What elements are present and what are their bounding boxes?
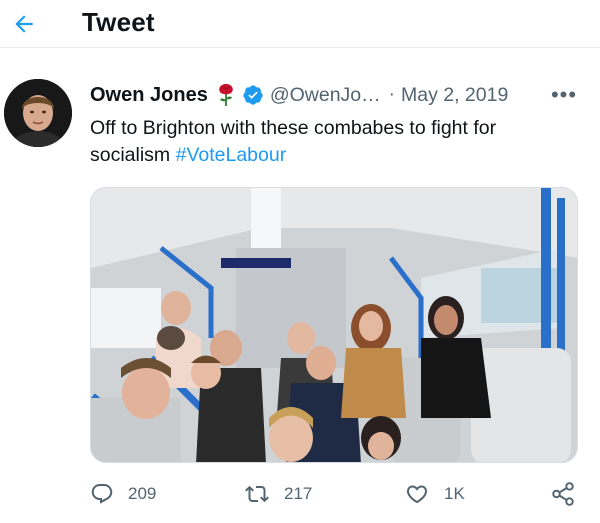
reply-count: 209 xyxy=(128,484,157,503)
verified-badge-icon xyxy=(242,84,264,106)
like-button[interactable]: 1K xyxy=(404,478,465,510)
share-button[interactable] xyxy=(550,478,576,510)
more-options-button[interactable]: ••• xyxy=(548,82,580,108)
retweet-count: 217 xyxy=(284,484,313,503)
retweet-icon xyxy=(245,485,269,503)
arrow-left-icon xyxy=(15,15,33,33)
tweet-actions: 209 217 1K xyxy=(0,478,600,510)
share-icon xyxy=(552,482,574,506)
tweet-author-row: Owen Jones @OwenJo… · May 2, 2019 xyxy=(90,82,508,108)
reply-button[interactable]: 209 xyxy=(90,478,156,510)
tweet-body: Off to Brighton with these combabes to f… xyxy=(90,117,497,166)
heart-icon xyxy=(406,485,428,504)
tweet-text: Off to Brighton with these combabes to f… xyxy=(90,115,570,169)
reply-icon xyxy=(91,484,113,504)
more-icon: ••• xyxy=(550,82,578,107)
like-count: 1K xyxy=(444,484,465,503)
back-button[interactable] xyxy=(6,6,42,42)
hashtag-link[interactable]: #VoteLabour xyxy=(176,144,287,166)
tweet-date[interactable]: May 2, 2019 xyxy=(401,84,508,107)
top-header: Tweet xyxy=(0,0,600,48)
tweet-photo[interactable] xyxy=(90,187,578,463)
author-name[interactable]: Owen Jones xyxy=(90,84,208,107)
page-title: Tweet xyxy=(82,7,155,37)
avatar[interactable] xyxy=(4,79,72,147)
red-rose-icon xyxy=(216,83,236,107)
separator-dot: · xyxy=(388,84,395,105)
author-handle[interactable]: @OwenJo… xyxy=(270,84,381,107)
retweet-button[interactable]: 217 xyxy=(244,478,312,510)
